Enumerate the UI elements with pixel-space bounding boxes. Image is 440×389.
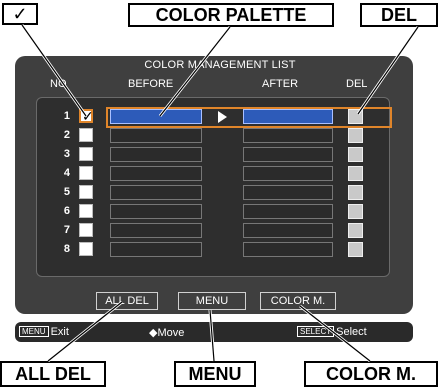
row-number: 8 [63, 243, 70, 255]
after-color-swatch[interactable] [243, 204, 333, 219]
column-header-before: BEFORE [128, 78, 174, 90]
row-checkbox[interactable] [79, 128, 93, 142]
status-bar: MENU Exit ◆Move SELECT Select [15, 322, 413, 342]
row-checkbox[interactable] [79, 147, 93, 161]
after-color-swatch[interactable] [243, 185, 333, 200]
row-checkbox[interactable]: ✓ [79, 108, 94, 124]
callout-menu: MENU [174, 361, 256, 387]
before-color-swatch[interactable] [110, 223, 202, 238]
row-del-button[interactable] [348, 185, 363, 200]
row-number: 1 [63, 110, 70, 122]
status-select-label: Select [336, 326, 367, 338]
row-checkbox[interactable] [79, 166, 93, 180]
panel-title: COLOR MANAGEMENT LIST [144, 59, 296, 71]
status-exit: MENU Exit [19, 326, 69, 338]
row-selection-frame [106, 107, 392, 128]
row-checkbox[interactable] [79, 242, 93, 256]
row-checkbox[interactable] [79, 223, 93, 237]
callout-checkbox: ✓ [2, 3, 38, 25]
row-del-button[interactable] [348, 166, 363, 181]
row-checkbox[interactable] [79, 204, 93, 218]
column-header-no: NO [50, 78, 67, 90]
menu-button[interactable]: MENU [178, 292, 246, 310]
row-number: 6 [63, 205, 70, 217]
row-number: 2 [63, 129, 70, 141]
row-del-button[interactable] [348, 128, 363, 143]
before-color-swatch[interactable] [110, 242, 202, 257]
column-header-after: AFTER [262, 78, 299, 90]
row-del-button[interactable] [348, 147, 363, 162]
status-move-label: ◆Move [149, 327, 185, 339]
after-color-swatch[interactable] [243, 242, 333, 257]
after-color-swatch[interactable] [243, 166, 333, 181]
row-del-button[interactable] [348, 223, 363, 238]
callout-all-del: ALL DEL [0, 361, 106, 387]
before-color-swatch[interactable] [110, 166, 202, 181]
arrow-right-icon [218, 111, 227, 123]
row-checkbox[interactable] [79, 185, 93, 199]
row-number: 3 [63, 148, 70, 160]
status-move: ◆Move [149, 326, 184, 339]
callout-color-m: COLOR M. [304, 361, 438, 387]
status-select: SELECT Select [297, 326, 367, 338]
callout-del: DEL [360, 3, 438, 27]
row-number: 7 [63, 224, 70, 236]
callout-color-palette: COLOR PALETTE [128, 3, 334, 27]
after-color-swatch[interactable] [243, 147, 333, 162]
after-color-swatch[interactable] [243, 128, 333, 143]
before-color-swatch[interactable] [110, 147, 202, 162]
column-header-del: DEL [346, 78, 368, 90]
checkmark-icon: ✓ [82, 108, 94, 124]
row-number: 4 [63, 167, 70, 179]
before-color-swatch[interactable] [110, 185, 202, 200]
before-color-swatch[interactable] [110, 128, 202, 143]
status-exit-label: Exit [50, 326, 69, 338]
select-key-icon: SELECT [297, 326, 335, 337]
before-color-swatch[interactable] [110, 204, 202, 219]
menu-key-icon: MENU [19, 326, 49, 337]
all-del-button[interactable]: ALL DEL [96, 292, 158, 310]
row-del-button[interactable] [348, 204, 363, 219]
color-m-button[interactable]: COLOR M. [260, 292, 336, 310]
row-number: 5 [63, 186, 70, 198]
after-color-swatch[interactable] [243, 223, 333, 238]
row-del-button[interactable] [348, 242, 363, 257]
